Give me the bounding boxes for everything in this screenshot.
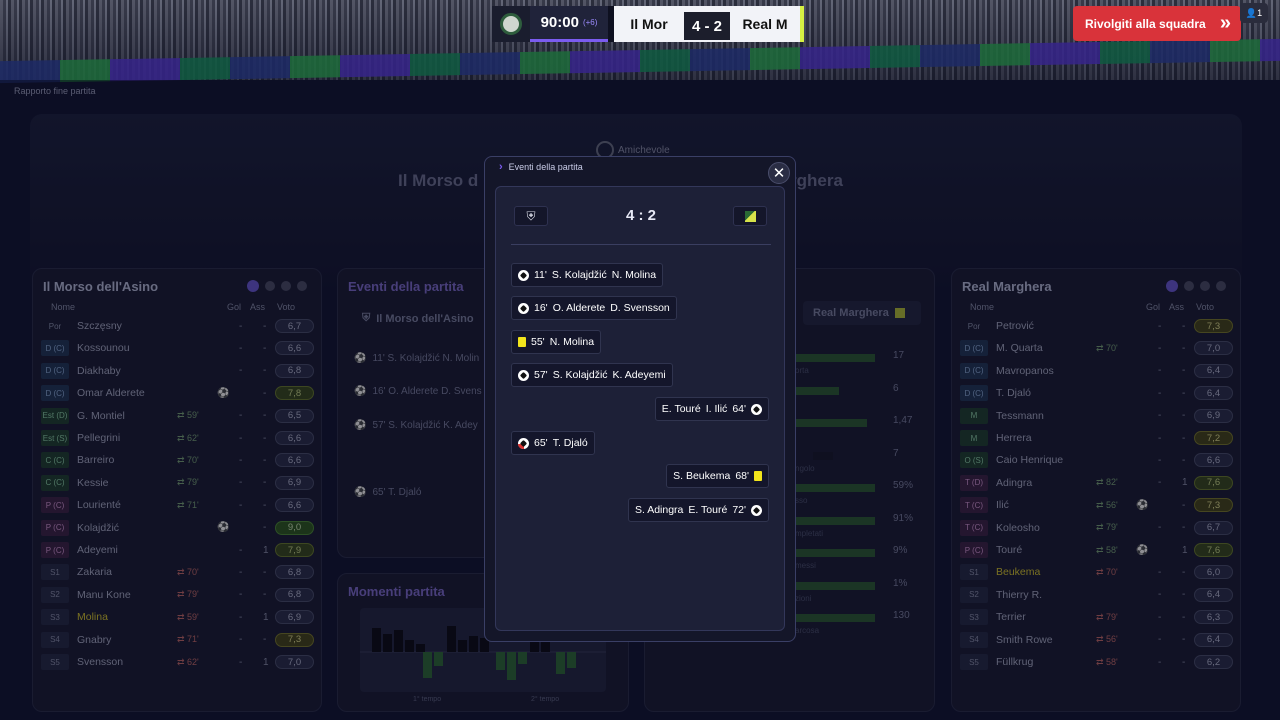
modal-divider <box>511 244 771 245</box>
match-event[interactable]: S. Beukema 68' <box>666 464 769 488</box>
event-minute: 72' <box>732 504 746 516</box>
event-assist: K. Adeyemi <box>612 369 666 381</box>
modal-title-text: Eventi della partita <box>508 162 583 172</box>
event-player: S. Kolajdžić <box>551 269 607 281</box>
event-assist: I. Ilić <box>705 403 728 415</box>
close-icon: ✕ <box>772 165 786 182</box>
score-display: Il Mor 4 - 2 Real M <box>614 6 800 42</box>
away-color-strip <box>800 6 804 42</box>
modal-content: ⛨ 4 : 2 11' S. Kolajdžić N. Molina 16' O. Al… <box>495 186 785 631</box>
event-minute: 11' <box>534 269 547 281</box>
away-crest-icon <box>744 210 756 222</box>
yellow-card-icon <box>754 471 762 481</box>
injury-icon <box>518 437 529 449</box>
match-event[interactable]: 65' T. Djaló <box>511 431 595 455</box>
clock-added-time: (+6) <box>582 18 598 27</box>
match-event[interactable]: S. Adingra E. Touré 72' <box>627 498 769 522</box>
event-player: O. Alderete <box>552 302 606 314</box>
away-team-short: Real M <box>730 6 800 42</box>
match-event[interactable]: 16' O. Alderete D. Svensson <box>511 296 677 320</box>
event-player: E. Touré <box>661 403 701 415</box>
double-chevron-right-icon: » <box>1219 12 1231 34</box>
goal-icon <box>518 369 529 381</box>
return-to-team-label: Rivolgiti alla squadra <box>1085 16 1206 31</box>
scoreboard: 90:00 (+6) Il Mor 4 - 2 Real M <box>492 6 804 42</box>
match-clock: 90:00 (+6) <box>530 6 608 42</box>
event-minute: 16' <box>534 302 548 314</box>
event-minute: 64' <box>732 403 746 415</box>
event-minute: 65' <box>534 437 548 449</box>
match-event[interactable]: 55' N. Molina <box>511 330 602 354</box>
competition-crest-icon <box>492 6 530 42</box>
event-player: N. Molina <box>549 336 595 348</box>
goal-icon <box>751 403 762 415</box>
user-icon: 👤 <box>1245 7 1258 18</box>
event-player: T. Djaló <box>552 437 588 449</box>
home-team-short: Il Mor <box>614 6 684 42</box>
modal-title: › Eventi della partita <box>499 161 583 173</box>
match-events-modal: › Eventi della partita ✕ ⛨ 4 : 2 11' S. K… <box>484 156 796 642</box>
goal-icon <box>518 269 529 281</box>
match-event[interactable]: E. Touré I. Ilić 64' <box>654 397 769 421</box>
match-event[interactable]: 57' S. Kolajdžić K. Adeyemi <box>511 363 673 387</box>
user-menu-button[interactable]: 👤 1 <box>1240 3 1268 23</box>
event-assist: D. Svensson <box>610 302 670 314</box>
event-minute: 68' <box>735 470 749 482</box>
event-minute: 57' <box>534 369 548 381</box>
score: 4 - 2 <box>684 12 730 40</box>
event-minute: 55' <box>531 336 545 348</box>
yellow-card-icon <box>518 337 526 347</box>
event-assist: E. Touré <box>688 504 728 516</box>
close-button[interactable]: ✕ <box>768 162 790 184</box>
event-player: S. Kolajdžić <box>552 369 608 381</box>
clock-time: 90:00 <box>540 14 579 31</box>
goal-icon <box>518 302 529 314</box>
user-badge-count: 1 <box>1257 8 1263 18</box>
match-event[interactable]: 11' S. Kolajdžić N. Molina <box>511 263 664 287</box>
away-crest <box>733 206 767 226</box>
return-to-team-button[interactable]: Rivolgiti alla squadra » <box>1073 6 1241 41</box>
event-player: S. Adingra <box>634 504 684 516</box>
goal-icon <box>751 504 762 516</box>
event-player: S. Beukema <box>673 470 731 482</box>
event-assist: N. Molina <box>611 269 657 281</box>
chevron-right-icon: › <box>499 161 503 173</box>
